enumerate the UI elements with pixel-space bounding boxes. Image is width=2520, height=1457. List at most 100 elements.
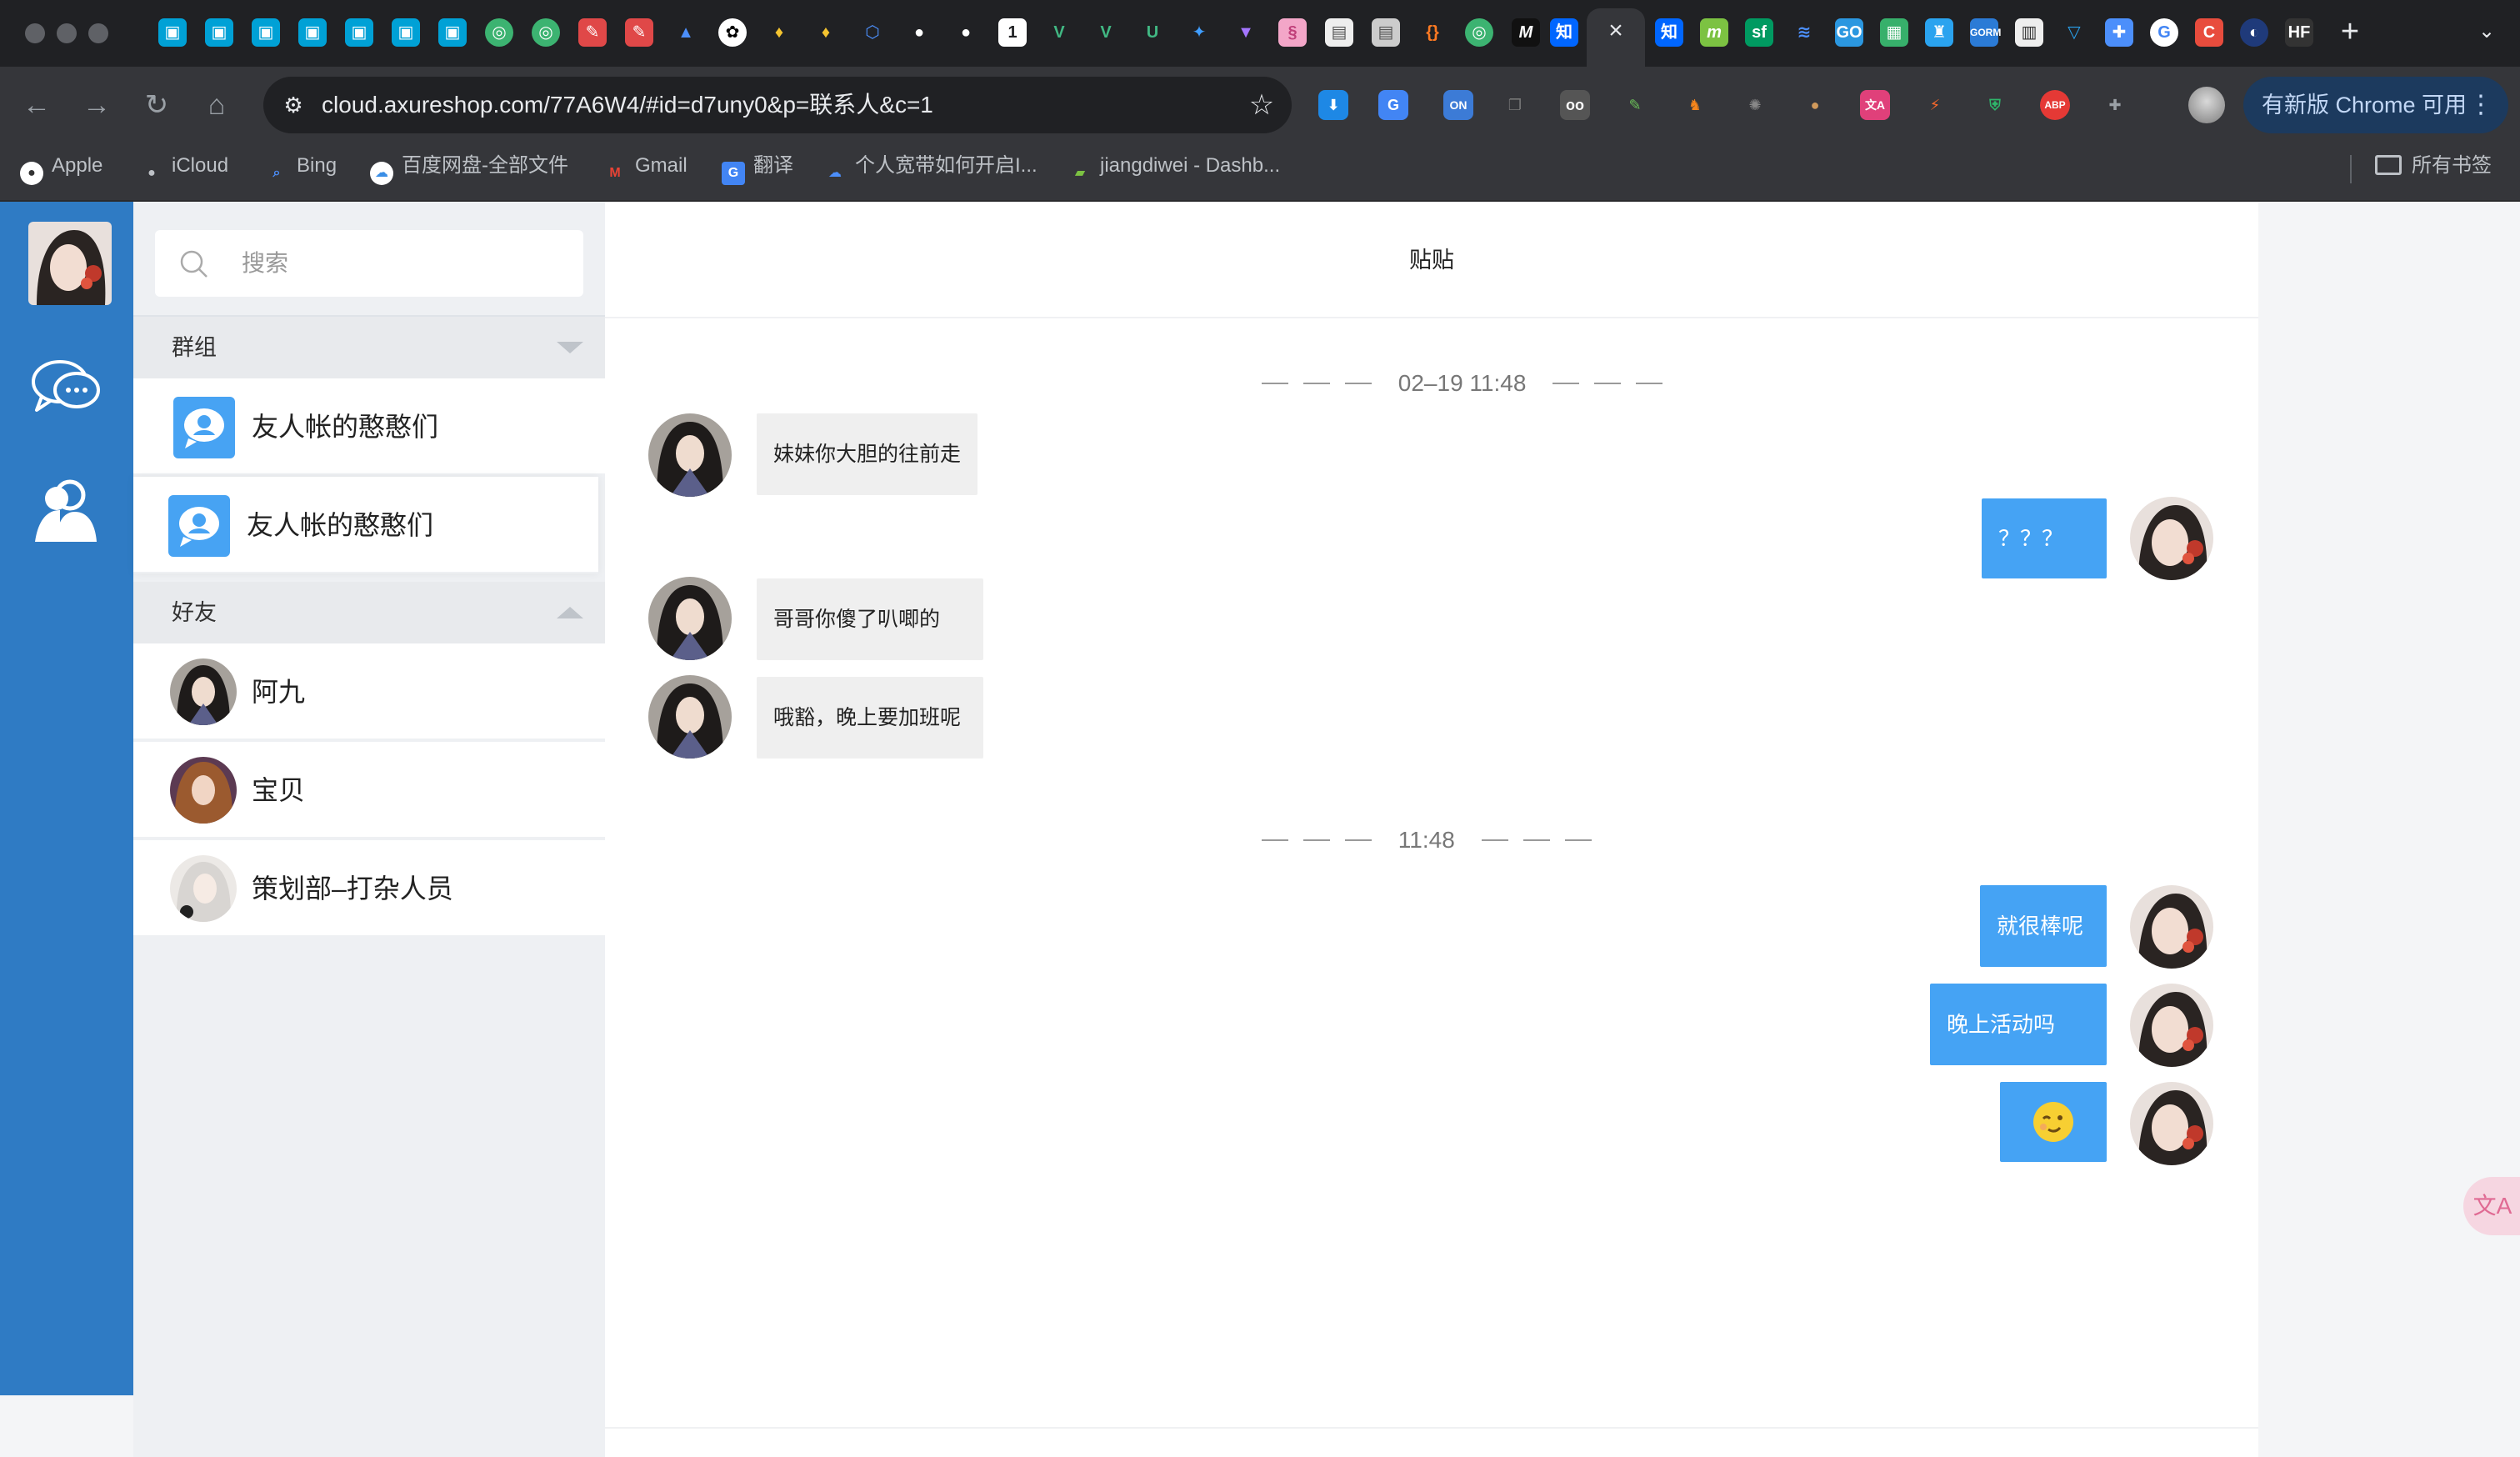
bookmark-star-icon[interactable]: ☆: [1243, 87, 1280, 123]
group-item[interactable]: 友人帐的憨憨们: [133, 378, 605, 475]
tab-bilibili-icon[interactable]: ▣: [205, 18, 233, 47]
tab-lanhu-icon[interactable]: ◎: [1465, 18, 1493, 47]
self-message-avatar[interactable]: [2130, 984, 2213, 1067]
tab-bilibili-icon[interactable]: ▣: [252, 18, 280, 47]
extension-gear-icon[interactable]: ✺: [1740, 90, 1770, 120]
bookmark-apple[interactable]: ● Apple: [20, 143, 102, 202]
search-field[interactable]: 搜索: [155, 230, 583, 297]
address-bar[interactable]: ⚙ cloud.axureshop.com/77A6W4/#id=d7uny0&…: [263, 77, 1292, 133]
tab-zhihu-icon[interactable]: 知: [1655, 18, 1683, 47]
friend-item[interactable]: 宝贝: [133, 742, 605, 839]
tab-bilibili-icon[interactable]: ▣: [345, 18, 373, 47]
bookmark-dashboard[interactable]: ▰ jiangdiwei - Dashb...: [1068, 143, 1280, 202]
chat-bubbles-icon[interactable]: [30, 357, 102, 415]
tab-openai-icon[interactable]: ✿: [718, 18, 747, 47]
tab-reader-icon[interactable]: ▥: [2015, 18, 2043, 47]
tab-layers-icon[interactable]: ≋: [1790, 18, 1818, 47]
tab-arcgis-icon[interactable]: ⬡: [858, 18, 887, 47]
chrome-update-button[interactable]: 有新版 Chrome 可用 ⋮: [2243, 77, 2508, 133]
tab-drink-icon[interactable]: ▽: [2060, 18, 2088, 47]
tab-gorm-icon[interactable]: GORM: [1970, 18, 2001, 47]
window-minimize-button[interactable]: [57, 23, 77, 43]
tab-lanhu-icon[interactable]: ◎: [485, 18, 513, 47]
bookmark-icloud[interactable]: ● iCloud: [140, 143, 228, 202]
window-zoom-button[interactable]: [88, 23, 108, 43]
expand-caret-icon[interactable]: [557, 607, 583, 618]
tab-element-icon[interactable]: ✦: [1185, 18, 1213, 47]
profile-avatar[interactable]: [2188, 87, 2225, 123]
bookmark-gmail[interactable]: M Gmail: [603, 143, 687, 202]
tab-xiaohongshu-icon[interactable]: ✎: [578, 18, 607, 47]
home-icon[interactable]: ⌂: [197, 85, 237, 125]
tab-pineapple-icon[interactable]: ♦: [812, 18, 840, 47]
all-bookmarks-folder[interactable]: 所有书签: [2375, 143, 2492, 188]
tab-number-one-icon[interactable]: 1: [998, 18, 1027, 47]
sender-avatar[interactable]: [648, 577, 732, 660]
floating-translate-icon[interactable]: 文A: [2463, 1177, 2520, 1235]
contacts-icon[interactable]: [32, 477, 98, 543]
site-settings-icon[interactable]: ⚙: [278, 90, 308, 120]
sender-avatar[interactable]: [648, 675, 732, 759]
extension-download-icon[interactable]: ⬇: [1318, 90, 1348, 120]
friend-item[interactable]: 阿九: [133, 643, 605, 740]
extension-translate-icon[interactable]: 文A: [1860, 90, 1890, 120]
extension-metamask-icon[interactable]: ♞: [1680, 90, 1710, 120]
tab-u-icon[interactable]: U: [1138, 18, 1167, 47]
friend-item[interactable]: 策划部–打杂人员: [133, 840, 605, 937]
group-item-selected[interactable]: 友人帐的憨憨们: [133, 477, 598, 573]
extension-abp-icon[interactable]: ABP: [2040, 90, 2070, 120]
self-message-avatar[interactable]: [2130, 1082, 2213, 1165]
back-arrow-icon[interactable]: ←: [17, 85, 57, 125]
tab-vite-icon[interactable]: ▼: [1232, 18, 1260, 47]
bookmark-broadband[interactable]: ☁ 个人宽带如何开启I...: [823, 143, 1038, 202]
extension-bolt-icon[interactable]: ⚡: [1920, 90, 1950, 120]
tab-bilibili-icon[interactable]: ▣: [438, 18, 467, 47]
self-avatar[interactable]: [28, 222, 112, 305]
tab-zhihu-icon[interactable]: 知: [1550, 18, 1578, 47]
bookmark-bing[interactable]: ⌕ Bing: [265, 143, 338, 202]
extension-glasses-icon[interactable]: oo: [1560, 90, 1590, 120]
self-message-avatar[interactable]: [2130, 885, 2213, 969]
tab-lanhu-icon[interactable]: ◎: [532, 18, 560, 47]
extension-on-badge-icon[interactable]: ON: [1443, 90, 1473, 120]
extension-cookie-icon[interactable]: ●: [1800, 90, 1830, 120]
tab-puzzle-icon[interactable]: ✚: [2105, 18, 2133, 47]
tab-m-icon[interactable]: M: [1512, 18, 1540, 47]
tab-xiaohongshu-icon[interactable]: ✎: [625, 18, 653, 47]
forward-arrow-icon[interactable]: →: [77, 85, 117, 125]
groups-section-header[interactable]: 群组: [133, 317, 605, 378]
tab-github-icon[interactable]: ●: [952, 18, 980, 47]
friends-section-header[interactable]: 好友: [133, 582, 605, 643]
tab-bilibili-icon[interactable]: ▣: [392, 18, 420, 47]
search-input[interactable]: 搜索: [242, 230, 288, 297]
extension-feather-icon[interactable]: ✎: [1620, 90, 1650, 120]
tab-c-logo-icon[interactable]: C: [2195, 18, 2223, 47]
tab-github-icon[interactable]: ●: [905, 18, 933, 47]
tab-hf-icon[interactable]: HF: [2285, 18, 2313, 47]
tab-sheet-icon[interactable]: ▦: [1880, 18, 1908, 47]
tab-segmentfault-icon[interactable]: sf: [1745, 18, 1773, 47]
more-menu-icon[interactable]: ⋮: [2468, 77, 2493, 133]
tab-vue-icon[interactable]: V: [1092, 18, 1120, 47]
tab-atlassian-icon[interactable]: ▲: [672, 18, 700, 47]
extension-copy-icon[interactable]: ❐: [1500, 90, 1530, 120]
self-message-avatar[interactable]: [2130, 497, 2213, 580]
tab-globe-icon[interactable]: ◐: [2240, 18, 2268, 47]
bookmark-baidu-netdisk[interactable]: ☁ 百度网盘-全部文件: [370, 143, 568, 202]
new-tab-button[interactable]: +: [2333, 15, 2367, 48]
tab-google-icon[interactable]: G: [2150, 18, 2178, 47]
tab-fingerprint-icon[interactable]: §: [1278, 18, 1307, 47]
tab-bilibili-icon[interactable]: ▣: [298, 18, 327, 47]
tab-search-chevron-icon[interactable]: ⌄: [2470, 15, 2503, 48]
extensions-puzzle-icon[interactable]: ✚: [2100, 90, 2130, 120]
reload-icon[interactable]: ↻: [137, 85, 177, 125]
tab-vue-icon[interactable]: V: [1045, 18, 1073, 47]
tab-pineapple-icon[interactable]: ♦: [765, 18, 793, 47]
tab-tea-icon[interactable]: ♜: [1925, 18, 1953, 47]
extension-shield-icon[interactable]: ⛨: [1980, 90, 2010, 120]
address-url[interactable]: cloud.axureshop.com/77A6W4/#id=d7uny0&p=…: [322, 77, 933, 133]
extension-google-translate-icon[interactable]: G: [1378, 90, 1408, 120]
tab-json-icon[interactable]: {}: [1418, 18, 1447, 47]
bookmark-translate[interactable]: G 翻译: [722, 143, 793, 202]
tab-close-icon[interactable]: ×: [1602, 17, 1630, 45]
